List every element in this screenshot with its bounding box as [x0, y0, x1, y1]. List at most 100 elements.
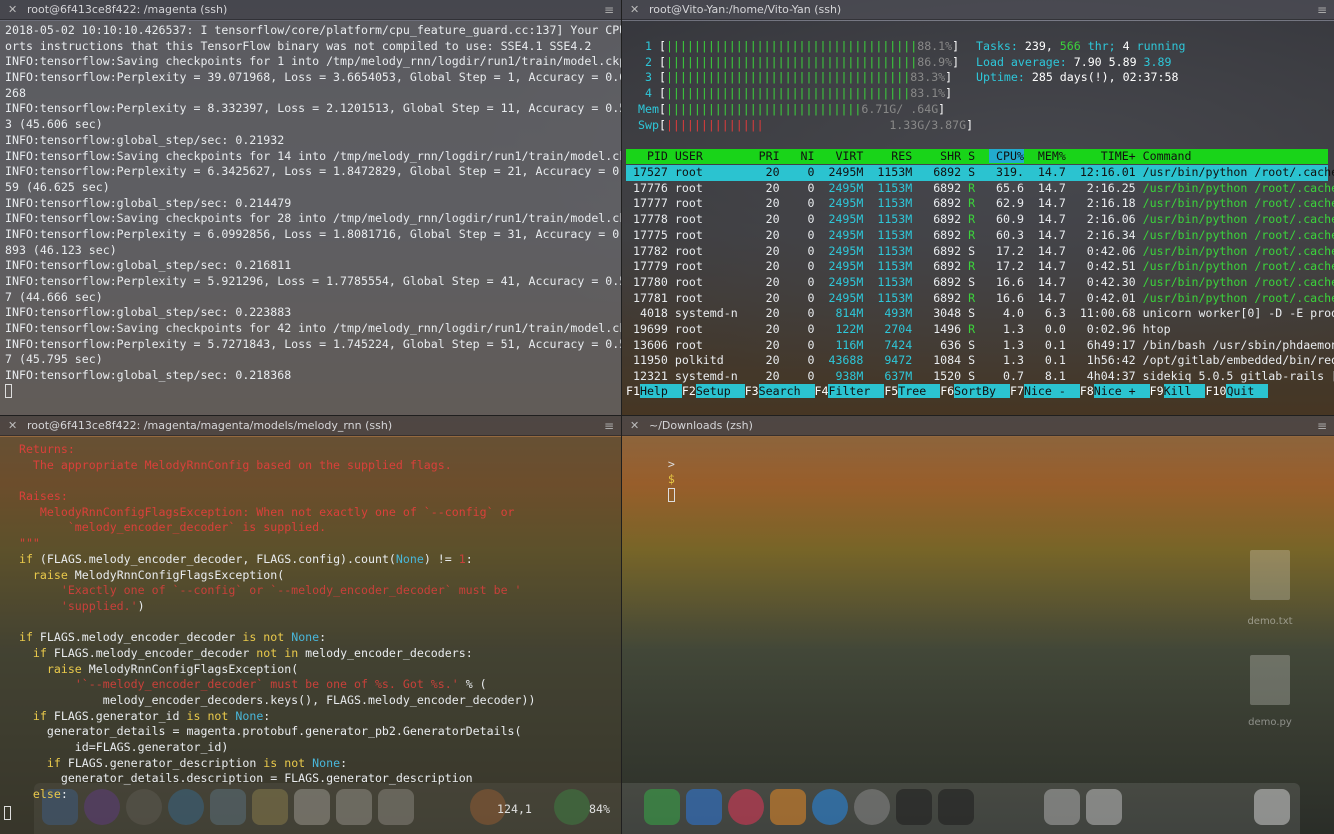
cpu-bar: |||||||||||||||||||||||||||||||||||: [665, 70, 911, 85]
terminal-pane-bottom-left[interactable]: ✕ root@6f413ce8f422: /magenta/magenta/mo…: [0, 416, 621, 834]
log-line: 7 (45.795 sec): [5, 352, 103, 367]
close-icon[interactable]: ✕: [8, 0, 17, 20]
log-line: 893 (46.123 sec): [5, 242, 117, 257]
function-key[interactable]: F6: [940, 384, 954, 398]
function-key[interactable]: F10: [1205, 384, 1226, 398]
function-key[interactable]: F7: [1010, 384, 1024, 398]
function-key-label[interactable]: Search: [758, 384, 815, 398]
process-cell: 17527: [626, 165, 668, 179]
column-header-pid[interactable]: PID: [626, 149, 668, 163]
pane-title: ~/Downloads (zsh): [649, 419, 753, 432]
process-cell: 17775: [626, 227, 668, 242]
zsh-shell[interactable]: > $: [622, 437, 1334, 834]
function-key[interactable]: F3: [745, 384, 759, 398]
menu-icon[interactable]: ≡: [1317, 416, 1327, 436]
process-cell: 65.6: [989, 180, 1024, 195]
process-cell: 814M: [821, 306, 864, 321]
process-row[interactable]: 11950 polkitd 20 0 43688 9472 1084 S 1.3…: [626, 353, 1334, 369]
process-row[interactable]: 17779 root 20 0 2495M 1153M 6892 R 17.2 …: [626, 259, 1334, 275]
process-row[interactable]: 12321 systemd-n 20 0 938M 637M 1520 S 0.…: [626, 369, 1334, 385]
close-icon[interactable]: ✕: [630, 416, 639, 436]
function-key[interactable]: F8: [1080, 384, 1094, 398]
function-key[interactable]: F1: [626, 384, 640, 398]
pane-divider-vertical[interactable]: [621, 0, 622, 834]
process-cell: 1153M: [870, 259, 913, 274]
process-cell: 12321: [626, 369, 668, 384]
terminal-pane-bottom-right[interactable]: ✕ ~/Downloads (zsh) ≡ > $: [622, 416, 1334, 834]
process-row[interactable]: 13606 root 20 0 116M 7424 636 S 1.3 0.1 …: [626, 338, 1334, 354]
process-row[interactable]: 17780 root 20 0 2495M 1153M 6892 S 16.6 …: [626, 275, 1334, 291]
function-key-label[interactable]: Tree: [898, 384, 941, 398]
process-cell: 17782: [626, 243, 668, 258]
column-header-res[interactable]: RES: [870, 149, 912, 163]
terminal-output[interactable]: 2018-05-02 10:10:10.426537: I tensorflow…: [0, 21, 621, 415]
menu-icon[interactable]: ≡: [604, 416, 614, 436]
function-key-label[interactable]: Filter: [828, 384, 885, 398]
process-cell: 11950: [626, 353, 668, 368]
column-header-virt[interactable]: VIRT: [821, 149, 863, 163]
terminal-pane-top-left[interactable]: ✕ root@6f413ce8f422: /magenta (ssh) ≡ 20…: [0, 0, 621, 415]
pane-title-bar[interactable]: ✕ root@6f413ce8f422: /magenta/magenta/mo…: [0, 416, 621, 436]
column-header-user[interactable]: USER: [675, 149, 745, 163]
process-table-header[interactable]: PID USER PRI NI VIRT RES SHR S CPU% MEM%…: [626, 149, 1328, 164]
process-row[interactable]: 17777 root 20 0 2495M 1153M 6892 R 62.9 …: [626, 196, 1334, 212]
process-cell: 0: [786, 369, 815, 384]
process-cell: 20: [751, 196, 780, 211]
column-header-time[interactable]: TIME+: [1073, 149, 1136, 163]
column-header-command[interactable]: Command: [1143, 149, 1192, 163]
close-icon[interactable]: ✕: [630, 0, 639, 20]
cpu-meter: 4 [|||||||||||||||||||||||||||||||||||83…: [644, 86, 953, 101]
process-row[interactable]: 17781 root 20 0 2495M 1153M 6892 R 16.6 …: [626, 290, 1334, 307]
process-cell: 1153M: [870, 212, 913, 227]
htop-view[interactable]: 1 [||||||||||||||||||||||||||||||||||||8…: [622, 21, 1334, 415]
process-cell: 0:02.96: [1072, 322, 1136, 336]
column-header-mem[interactable]: MEM%: [1031, 149, 1066, 163]
process-cell: 1153M: [870, 180, 913, 195]
log-line: INFO:tensorflow:global_step/sec: 0.21836…: [5, 368, 292, 383]
cpu-number: 3: [644, 70, 652, 85]
function-key-label[interactable]: Quit: [1226, 384, 1269, 398]
process-cell: 20: [751, 165, 780, 179]
function-key[interactable]: F9: [1150, 384, 1164, 398]
process-cell: 122M: [821, 322, 864, 336]
terminal-pane-top-right[interactable]: ✕ root@Vito-Yan:/home/Vito-Yan (ssh) ≡ 1…: [622, 0, 1334, 415]
text-cursor: [5, 383, 12, 398]
process-row[interactable]: 17527 root 20 0 2495M 1153M 6892 S 319. …: [626, 165, 1334, 181]
process-row[interactable]: 19699 root 20 0 122M 2704 1496 R 1.3 0.0…: [626, 322, 1328, 338]
function-key[interactable]: F4: [815, 384, 829, 398]
menu-icon[interactable]: ≡: [604, 0, 614, 20]
process-row[interactable]: 17778 root 20 0 2495M 1153M 6892 R 60.9 …: [626, 212, 1334, 228]
pane-title-bar[interactable]: ✕ ~/Downloads (zsh) ≡: [622, 416, 1334, 436]
process-row[interactable]: 17776 root 20 0 2495M 1153M 6892 R 65.6 …: [626, 180, 1334, 197]
function-key-label[interactable]: Nice -: [1023, 384, 1080, 398]
column-header-pri[interactable]: PRI: [752, 149, 780, 163]
pane-divider-horizontal[interactable]: [0, 415, 1334, 416]
function-key-label[interactable]: Nice +: [1093, 384, 1150, 398]
process-cell: 1153M: [870, 243, 913, 258]
function-key-label[interactable]: SortBy: [954, 384, 1010, 398]
pane-title-bar[interactable]: ✕ root@Vito-Yan:/home/Vito-Yan (ssh) ≡: [622, 0, 1334, 20]
process-row[interactable]: 17782 root 20 0 2495M 1153M 6892 S 17.2 …: [626, 243, 1334, 260]
process-cell: 2495M: [821, 290, 864, 305]
function-key-label[interactable]: Kill: [1163, 384, 1206, 398]
process-cell: 6892: [919, 196, 962, 211]
column-header-shr[interactable]: SHR: [919, 149, 961, 163]
menu-icon[interactable]: ≡: [1317, 0, 1327, 20]
process-row[interactable]: 4018 systemd-n 20 0 814M 493M 3048 S 4.0…: [626, 306, 1334, 322]
cpu-bar: |||||||||||||||||||||||||||||||||||: [665, 86, 911, 101]
function-key-label[interactable]: Setup: [695, 384, 745, 398]
function-key[interactable]: F2: [682, 384, 696, 398]
column-header-ni[interactable]: NI: [787, 149, 815, 163]
process-cell: 1153M: [870, 290, 913, 305]
vim-editor[interactable]: Returns: The appropriate MelodyRnnConfig…: [0, 437, 621, 834]
column-header-s[interactable]: S: [968, 149, 982, 163]
process-row[interactable]: 17775 root 20 0 2495M 1153M 6892 R 60.3 …: [626, 227, 1334, 244]
function-key[interactable]: F5: [884, 384, 898, 398]
column-header-cpu[interactable]: CPU%: [989, 149, 1024, 163]
process-cell: systemd-n: [674, 369, 745, 384]
process-cell: 2495M: [821, 212, 864, 227]
process-cell: 0: [786, 322, 815, 336]
function-key-label[interactable]: Help: [639, 384, 682, 398]
pane-title-bar[interactable]: ✕ root@6f413ce8f422: /magenta (ssh) ≡: [0, 0, 621, 20]
close-icon[interactable]: ✕: [8, 416, 17, 436]
